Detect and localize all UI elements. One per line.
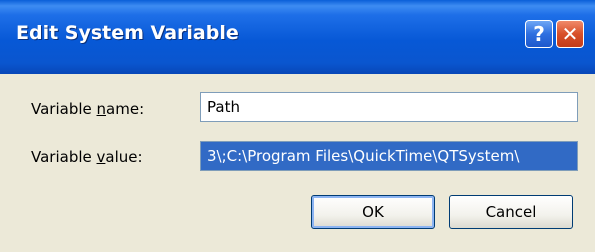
variable-name-field[interactable]: Path <box>200 92 578 122</box>
ok-button-label: OK <box>362 203 384 221</box>
close-button[interactable]: ✕ <box>556 20 584 48</box>
variable-value-label: Variable value: <box>31 148 143 166</box>
ok-button[interactable]: OK <box>311 195 435 229</box>
variable-name-value: Path <box>207 98 240 116</box>
variable-name-label: Variable name: <box>31 100 145 118</box>
edit-system-variable-dialog: Edit System Variable ? ✕ Variable name: … <box>0 0 595 252</box>
title-bar[interactable]: Edit System Variable ? ✕ <box>0 0 595 74</box>
cancel-button[interactable]: Cancel <box>449 195 573 229</box>
close-icon: ✕ <box>561 22 579 46</box>
variable-value-field[interactable]: 3\;C:\Program Files\QuickTime\QTSystem\ <box>200 141 578 171</box>
variable-value-selected-text: 3\;C:\Program Files\QuickTime\QTSystem\ <box>201 142 577 170</box>
help-icon: ? <box>533 22 545 46</box>
help-button[interactable]: ? <box>525 20 553 48</box>
cancel-button-label: Cancel <box>485 203 537 221</box>
window-title: Edit System Variable <box>16 22 239 44</box>
